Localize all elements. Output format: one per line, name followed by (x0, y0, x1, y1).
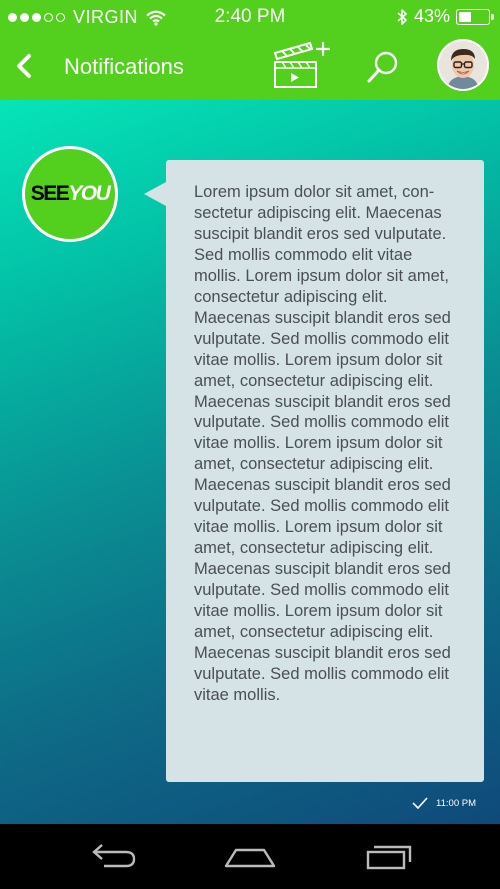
status-bar: VIRGIN 2:40 PM 43% (0, 0, 500, 32)
message-meta: 11:00 PM (412, 797, 476, 809)
message-bubble: Lorem ipsum dolor sit amet, con­sectetur… (144, 160, 484, 782)
message-text: Lorem ipsum dolor sit amet, con­sectetur… (194, 183, 451, 704)
home-icon[interactable] (222, 842, 278, 872)
status-right: 43% (396, 6, 494, 27)
battery-percent: 43% (413, 6, 450, 26)
back-arrow-icon[interactable] (84, 842, 140, 872)
user-avatar-icon (439, 41, 487, 89)
navigation-bar (0, 824, 500, 889)
avatar[interactable] (439, 41, 487, 89)
page-title: Notifications (64, 54, 184, 79)
back-chevron-icon (17, 54, 31, 78)
sender-logo: SEEYOU (22, 146, 118, 242)
bluetooth-icon (397, 8, 407, 25)
battery-icon (456, 8, 494, 25)
recent-apps-icon[interactable] (362, 842, 418, 872)
message-time: 11:00 PM (436, 797, 476, 809)
app-header: Notifications (0, 32, 500, 100)
search-icon[interactable] (364, 48, 402, 86)
bubble-tail (144, 182, 166, 206)
back-button[interactable] (6, 46, 42, 86)
clapperboard-add-icon[interactable] (270, 37, 336, 93)
checkmark-icon (412, 797, 428, 809)
seeyou-logo-text: SEEYOU (30, 182, 111, 205)
notification-content: SEEYOU Lorem ipsum dolor sit amet, con­s… (0, 100, 500, 824)
